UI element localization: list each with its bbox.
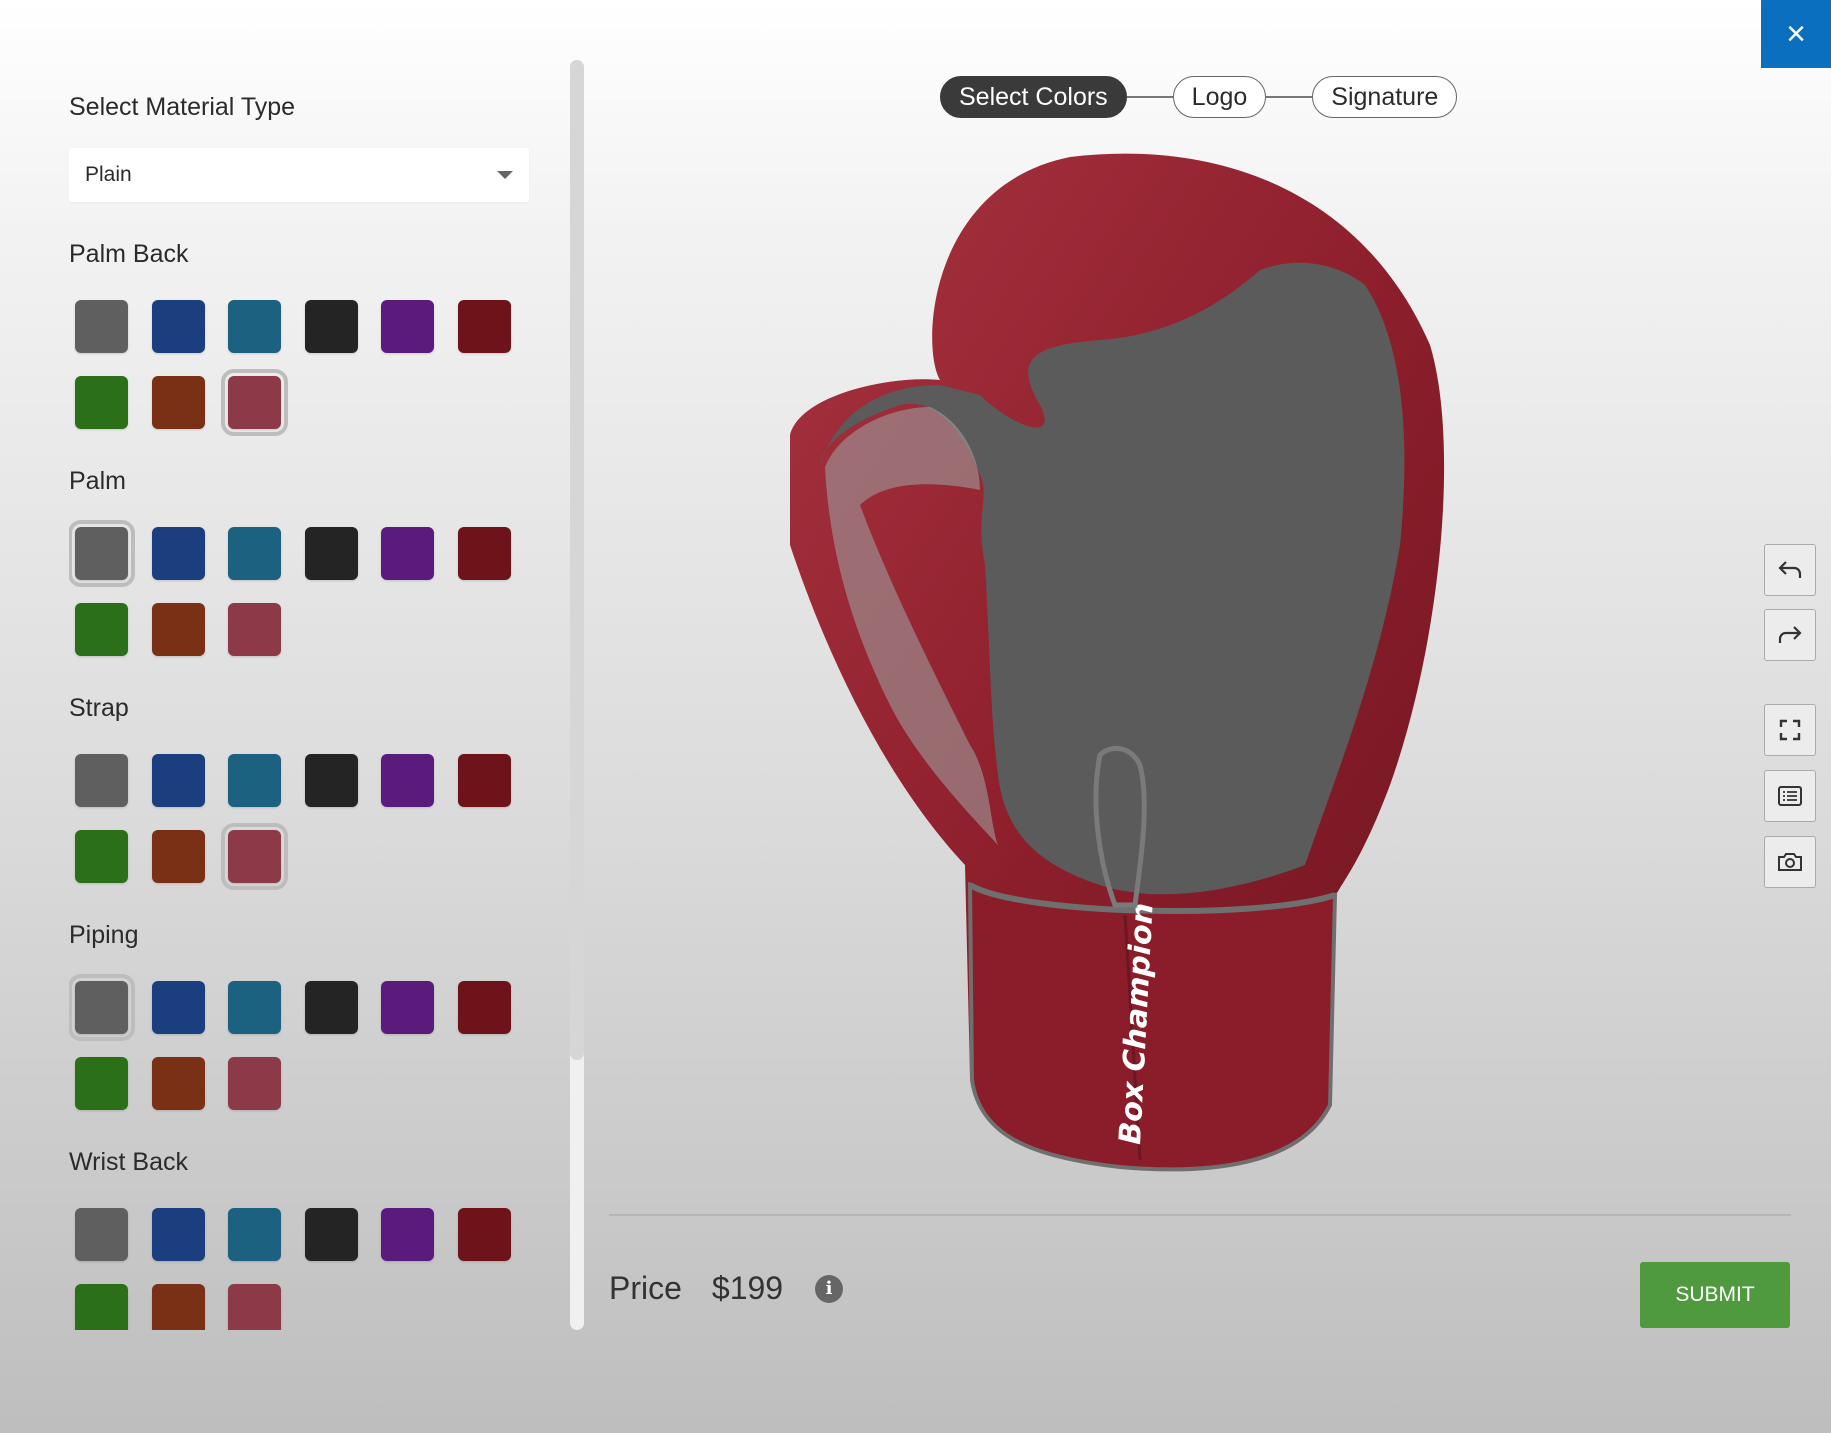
swatch-black[interactable]: [304, 527, 358, 580]
material-type-value: Plain: [85, 163, 132, 186]
swatch-gray[interactable]: [75, 1208, 128, 1261]
swatch-green[interactable]: [75, 1057, 128, 1110]
section-title: Strap: [69, 694, 129, 722]
swatch-rose[interactable]: [221, 369, 288, 436]
swatch-grid: [69, 754, 539, 890]
swatch-green[interactable]: [75, 830, 128, 883]
list-icon: [1778, 786, 1802, 806]
section-title: Piping: [69, 921, 139, 949]
undo-button[interactable]: [1764, 544, 1816, 596]
material-type-select[interactable]: Plain: [69, 148, 529, 202]
swatch-purple[interactable]: [381, 527, 434, 580]
redo-icon: [1778, 626, 1802, 643]
price-divider: [609, 1214, 1791, 1216]
swatch-green[interactable]: [75, 376, 128, 429]
camera-icon: [1778, 853, 1802, 871]
swatch-green[interactable]: [75, 1284, 128, 1330]
section-title: Palm: [69, 467, 126, 495]
swatch-rose[interactable]: [221, 823, 288, 890]
swatch-purple[interactable]: [381, 754, 434, 807]
swatch-rose[interactable]: [228, 603, 281, 656]
swatch-grid: [69, 300, 539, 436]
info-icon[interactable]: i: [815, 1274, 844, 1303]
swatch-maroon[interactable]: [457, 754, 511, 807]
step-label: Select Colors: [959, 82, 1108, 111]
swatch-maroon[interactable]: [457, 1208, 511, 1261]
fullscreen-icon: [1779, 719, 1801, 741]
swatch-teal[interactable]: [228, 300, 281, 353]
screenshot-button[interactable]: [1764, 836, 1816, 888]
section-title: Palm Back: [69, 240, 189, 268]
swatch-teal[interactable]: [228, 527, 281, 580]
step-signature[interactable]: Signature: [1312, 76, 1458, 118]
swatch-purple[interactable]: [381, 981, 434, 1034]
material-type-label: Select Material Type: [69, 93, 296, 121]
color-section: Palm: [69, 459, 539, 656]
submit-button[interactable]: SUBMIT: [1640, 1262, 1790, 1328]
price-row: Price $199 i: [609, 1270, 844, 1307]
color-sections: Palm Back Palm Strap Piping Wrist Back: [69, 232, 539, 1330]
swatch-navy[interactable]: [151, 300, 205, 353]
swatch-grid: [69, 1208, 539, 1330]
swatch-teal[interactable]: [228, 1208, 281, 1261]
step-logo[interactable]: Logo: [1172, 76, 1267, 118]
price-value: $199: [711, 1270, 784, 1306]
swatch-gray[interactable]: [75, 754, 128, 807]
swatch-maroon[interactable]: [457, 981, 511, 1034]
swatch-brown[interactable]: [151, 830, 205, 883]
section-title: Wrist Back: [69, 1148, 188, 1176]
close-button[interactable]: ×: [1761, 0, 1831, 68]
swatch-navy[interactable]: [151, 754, 205, 807]
step-label: Logo: [1191, 82, 1248, 111]
swatch-brown[interactable]: [151, 603, 205, 656]
swatch-purple[interactable]: [381, 300, 434, 353]
swatch-navy[interactable]: [151, 981, 205, 1034]
swatch-black[interactable]: [304, 754, 358, 807]
options-panel: Select Material Type Plain Palm Back Palm…: [69, 60, 539, 1330]
step-label: Signature: [1331, 82, 1439, 111]
redo-button[interactable]: [1764, 609, 1816, 661]
swatch-black[interactable]: [304, 981, 358, 1034]
chevron-down-icon: [497, 171, 513, 179]
price-label: Price: [609, 1270, 682, 1306]
swatch-rose[interactable]: [228, 1057, 281, 1110]
undo-icon: [1778, 561, 1802, 578]
swatch-purple[interactable]: [381, 1208, 434, 1261]
glove-3d-preview[interactable]: Box Champion: [740, 145, 1460, 1185]
submit-label: SUBMIT: [1675, 1283, 1755, 1306]
step-connector: [1266, 96, 1313, 98]
swatch-navy[interactable]: [151, 1208, 205, 1261]
swatch-navy[interactable]: [151, 527, 205, 580]
swatch-green[interactable]: [75, 603, 128, 656]
color-section: Strap: [69, 686, 539, 890]
step-select-colors[interactable]: Select Colors: [940, 76, 1127, 118]
swatch-gray[interactable]: [69, 520, 135, 587]
swatch-maroon[interactable]: [457, 527, 511, 580]
swatch-teal[interactable]: [228, 981, 281, 1034]
swatch-rose[interactable]: [228, 1284, 281, 1330]
color-section: Wrist Back: [69, 1140, 539, 1330]
swatch-grid: [69, 974, 539, 1110]
panel-scrollbar-thumb[interactable]: [570, 60, 584, 1060]
swatch-brown[interactable]: [151, 376, 205, 429]
swatch-gray[interactable]: [69, 974, 135, 1041]
color-section: Piping: [69, 913, 539, 1110]
fullscreen-button[interactable]: [1764, 704, 1816, 756]
swatch-grid: [69, 520, 539, 656]
swatch-black[interactable]: [304, 300, 358, 353]
swatch-brown[interactable]: [151, 1284, 205, 1330]
swatch-teal[interactable]: [228, 754, 281, 807]
step-connector: [1126, 96, 1173, 98]
swatch-black[interactable]: [304, 1208, 358, 1261]
summary-button[interactable]: [1764, 770, 1816, 822]
stepper: Select Colors Logo Signature: [940, 75, 1458, 119]
color-section: Palm Back: [69, 232, 539, 436]
swatch-brown[interactable]: [151, 1057, 205, 1110]
swatch-gray[interactable]: [75, 300, 128, 353]
close-icon: ×: [1786, 15, 1806, 53]
swatch-maroon[interactable]: [457, 300, 511, 353]
